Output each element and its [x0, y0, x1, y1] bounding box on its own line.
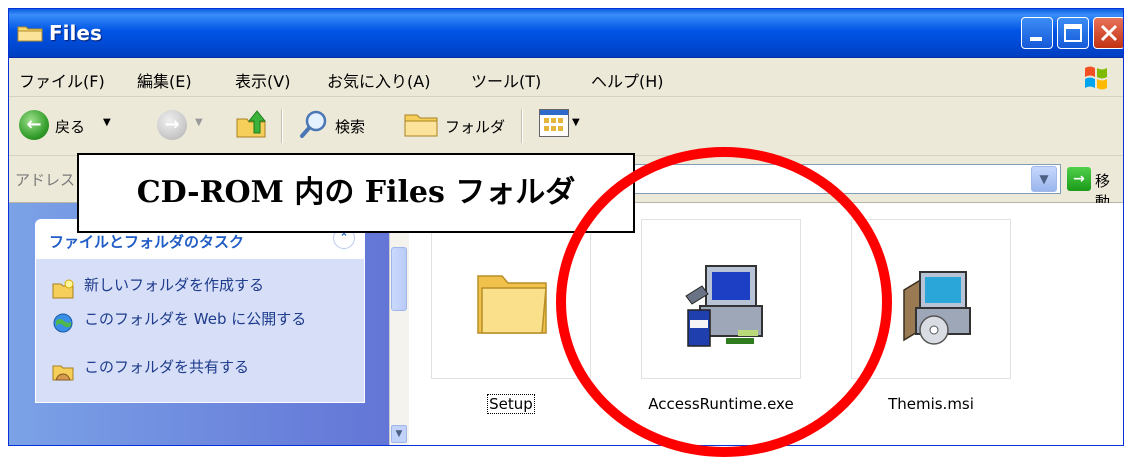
minimize-button[interactable] — [1021, 17, 1053, 49]
file-name[interactable]: Themis.msi — [851, 395, 1011, 413]
annotation-callout: CD-ROM 内の Files フォルダ — [77, 153, 635, 233]
forward-button[interactable]: → — [157, 110, 187, 140]
back-arrow-icon: ← — [26, 114, 42, 135]
maximize-icon — [1064, 24, 1082, 42]
tasks-panel-body: 新しいフォルダを作成する このフォルダを Web に公開する このフォルダを共有… — [35, 259, 365, 403]
address-label: アドレス — [15, 171, 76, 189]
file-name[interactable]: AccessRuntime.exe — [641, 395, 801, 413]
up-folder-icon[interactable] — [234, 107, 268, 141]
back-dropdown-icon[interactable]: ▼ — [103, 117, 111, 128]
installer-package-icon — [903, 271, 971, 345]
task-label: 新しいフォルダを作成する — [84, 276, 265, 294]
file-name[interactable]: Setup — [431, 394, 591, 414]
maximize-button[interactable] — [1057, 17, 1089, 49]
close-button[interactable] — [1093, 17, 1123, 49]
folders-icon[interactable] — [403, 109, 439, 139]
menu-file[interactable]: ファイル(F) — [19, 68, 105, 92]
folder-icon — [477, 275, 547, 334]
vertical-scrollbar[interactable]: ▼ — [389, 203, 409, 445]
file-thumbnail[interactable] — [851, 219, 1011, 379]
file-item[interactable]: Themis.msi — [851, 219, 1011, 413]
menu-favorites[interactable]: お気に入り(A) — [327, 68, 430, 92]
forward-arrow-icon: → — [164, 114, 180, 135]
back-label[interactable]: 戻る — [55, 116, 85, 137]
file-thumbnail[interactable] — [431, 219, 591, 379]
views-icon[interactable] — [539, 109, 569, 137]
setup-program-icon — [685, 265, 763, 347]
menu-edit[interactable]: 編集(E) — [137, 68, 192, 92]
minimize-icon — [1030, 37, 1042, 41]
toolbar-separator — [521, 109, 523, 143]
menu-tools[interactable]: ツール(T) — [471, 68, 541, 92]
menu-view[interactable]: 表示(V) — [235, 68, 290, 92]
go-arrow-icon[interactable]: → — [1067, 167, 1091, 191]
window-title: Files — [49, 21, 102, 45]
task-label: このフォルダを共有する — [84, 358, 250, 376]
publish-web-icon — [53, 313, 73, 333]
share-folder-icon — [52, 365, 74, 381]
search-label[interactable]: 検索 — [335, 116, 365, 137]
toolbar-separator — [281, 109, 283, 143]
file-folder-tasks-panel: ファイルとフォルダのタスク ⌃ 新しいフォルダを作成する このフォルダを Web… — [35, 219, 365, 403]
file-item[interactable]: Setup — [431, 219, 591, 414]
close-icon — [1100, 24, 1118, 42]
scrollbar-thumb[interactable] — [391, 247, 407, 311]
file-thumbnail[interactable] — [641, 219, 801, 379]
toolbar: ← 戻る ▼ → ▼ 検索 フォルダ ▼ — [9, 97, 1123, 156]
search-icon[interactable] — [299, 109, 329, 139]
views-dropdown-icon[interactable]: ▼ — [572, 117, 580, 128]
task-pane: ファイルとフォルダのタスク ⌃ 新しいフォルダを作成する このフォルダを Web… — [9, 203, 389, 445]
windows-logo-icon — [1085, 66, 1107, 90]
task-label: このフォルダを Web に公開する — [84, 310, 307, 328]
address-dropdown-icon[interactable]: ▼ — [1031, 166, 1057, 192]
menu-help[interactable]: ヘルプ(H) — [591, 68, 664, 92]
annotation-text: CD-ROM 内の Files フォルダ — [136, 175, 576, 210]
file-item[interactable]: AccessRuntime.exe — [641, 219, 801, 413]
file-view: Setup AccessRuntime.exe Themis.msi — [409, 203, 1123, 445]
new-folder-icon — [52, 279, 74, 299]
file-name-text: Setup — [487, 394, 535, 414]
forward-dropdown-icon: ▼ — [195, 117, 203, 128]
folder-icon — [17, 26, 43, 42]
folders-label[interactable]: フォルダ — [445, 116, 505, 137]
back-button[interactable]: ← — [19, 110, 49, 140]
title-bar[interactable]: Files — [9, 9, 1123, 58]
tasks-panel-title: ファイルとフォルダのタスク — [49, 233, 245, 251]
menu-bar: ファイル(F) 編集(E) 表示(V) お気に入り(A) ツール(T) ヘルプ(… — [9, 58, 1123, 97]
scroll-down-icon[interactable]: ▼ — [391, 425, 407, 443]
